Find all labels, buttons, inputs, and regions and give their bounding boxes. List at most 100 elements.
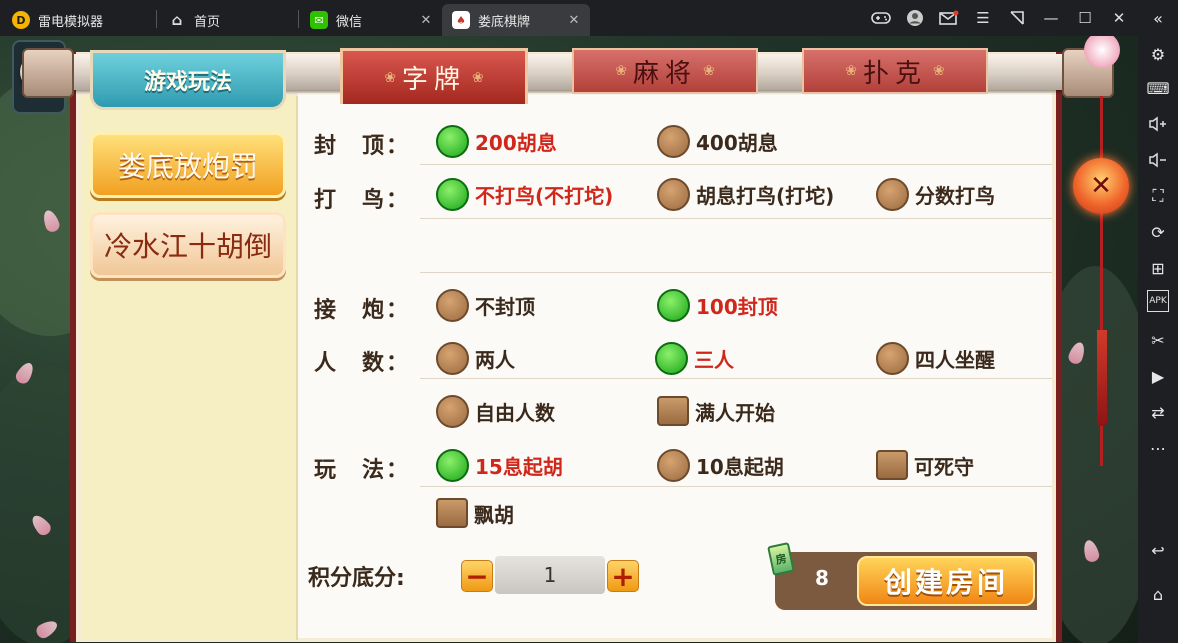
more-icon[interactable]: ⋯ xyxy=(1144,434,1172,462)
ornament-icon: ❀ xyxy=(703,63,715,79)
lantern-tassel xyxy=(1097,330,1107,426)
scroll-cap-left xyxy=(22,48,74,98)
option-label: 三人 xyxy=(694,347,734,372)
settings-icon[interactable]: ⚙ xyxy=(1144,40,1172,68)
checkbox-icon xyxy=(436,498,468,528)
radio-icon xyxy=(436,341,469,375)
wanfa-15xi[interactable]: 15息起胡 xyxy=(436,448,563,482)
close-tab-icon[interactable]: ✕ xyxy=(566,12,582,28)
tab-majiang[interactable]: ❀ 麻将 ❀ xyxy=(572,48,758,94)
ornament-icon: ❀ xyxy=(933,63,945,79)
maximize-icon[interactable]: ☐ xyxy=(1068,0,1102,36)
tab-game[interactable]: ♠ 娄底棋牌 ✕ xyxy=(442,4,590,36)
radio-icon xyxy=(436,288,469,322)
option-label: 100封顶 xyxy=(696,294,778,319)
renshu-3[interactable]: 三人 xyxy=(655,341,734,375)
jiepao-100[interactable]: 100封顶 xyxy=(657,288,778,322)
daniao-score[interactable]: 分数打鸟 xyxy=(876,177,995,211)
fullscreen-icon[interactable]: ⛶ xyxy=(1144,182,1172,210)
fengding-200[interactable]: 200胡息 xyxy=(436,124,557,158)
keyboard-icon[interactable]: ⌨ xyxy=(1144,74,1172,102)
tab-majiang-label: 麻将 xyxy=(632,58,697,89)
divider xyxy=(420,272,1052,273)
app-tab[interactable]: D 雷电模拟器 xyxy=(2,4,152,36)
scissors-icon[interactable]: ✂ xyxy=(1144,326,1172,354)
option-label: 四人坐醒 xyxy=(915,347,995,372)
rules-tab[interactable]: 游戏玩法 xyxy=(90,50,286,110)
score-increase-button[interactable]: + xyxy=(607,560,639,593)
renshu-4[interactable]: 四人坐醒 xyxy=(876,341,995,375)
rule-button-lengshuijiang[interactable]: 冷水江十胡倒 xyxy=(90,212,286,278)
daniao-huxi[interactable]: 胡息打鸟(打坨) xyxy=(657,177,834,211)
ornament-icon: ❀ xyxy=(615,63,627,79)
score-label: 积分底分: xyxy=(308,566,405,591)
minimize-icon[interactable]: — xyxy=(1034,0,1068,36)
option-label: 200胡息 xyxy=(475,130,557,155)
radio-selected-icon xyxy=(657,288,690,322)
divider xyxy=(420,164,1052,165)
renshu-free[interactable]: 自由人数 xyxy=(436,394,555,428)
room-card-label: 房 xyxy=(774,551,788,567)
close-tab-icon[interactable]: ✕ xyxy=(418,12,434,28)
option-label: 分数打鸟 xyxy=(915,183,995,208)
ornament-icon: ❀ xyxy=(845,63,857,79)
mail-icon[interactable] xyxy=(932,0,966,36)
radio-icon xyxy=(657,124,690,158)
ornament-icon: ❀ xyxy=(472,69,484,86)
rotate-icon[interactable]: ⟳ xyxy=(1144,218,1172,246)
tab-puke[interactable]: ❀ 扑克 ❀ xyxy=(802,48,988,94)
option-label: 不封顶 xyxy=(475,294,535,319)
create-room-button[interactable]: 创建房间 xyxy=(857,556,1035,606)
volume-down-icon[interactable] xyxy=(1144,146,1172,174)
video-icon[interactable]: ▶ xyxy=(1144,362,1172,390)
daniao-none[interactable]: 不打鸟(不打坨) xyxy=(436,177,613,211)
collapse-icon[interactable]: « xyxy=(1144,4,1172,32)
divider xyxy=(420,486,1052,487)
radio-icon xyxy=(876,341,909,375)
renshu-2[interactable]: 两人 xyxy=(436,341,515,375)
option-label: 胡息打鸟(打坨) xyxy=(696,183,835,208)
volume-up-icon[interactable] xyxy=(1144,110,1172,138)
close-panel-button[interactable]: ✕ xyxy=(1073,158,1129,214)
title-bar: D 雷电模拟器 ⌂ 首页 ✉ 微信 ✕ ♠ 娄底棋牌 ✕ ☰ — ☐ ✕ xyxy=(0,0,1138,36)
close-icon[interactable]: ✕ xyxy=(1102,0,1136,36)
game-screen: 游戏玩法 ❀ 字牌 ❀ ❀ 麻将 ❀ ❀ 扑克 ❀ 娄底放炮罚 冷水江十胡倒 封 顶： 20… xyxy=(0,36,1138,643)
home-icon[interactable]: ⌂ xyxy=(1144,580,1172,608)
jiepao-nocap[interactable]: 不封顶 xyxy=(436,288,535,322)
wanfa-sishou[interactable]: 可死守 xyxy=(876,448,974,482)
score-decrease-button[interactable]: − xyxy=(461,560,493,593)
jiepao-label: 接 炮： xyxy=(314,298,411,323)
wanfa-10xi[interactable]: 10息起胡 xyxy=(657,448,784,482)
option-label: 400胡息 xyxy=(696,130,778,155)
tab-zipai-label: 字牌 xyxy=(401,65,466,95)
popout-icon[interactable] xyxy=(1000,0,1034,36)
radio-selected-icon xyxy=(436,124,469,158)
wanfa-piaohu[interactable]: 飘胡 xyxy=(436,496,514,530)
rule-button-loudi[interactable]: 娄底放炮罚 xyxy=(90,132,286,198)
apk-icon[interactable]: APK xyxy=(1147,290,1169,312)
radio-icon xyxy=(876,177,909,211)
renshu-full-start[interactable]: 满人开始 xyxy=(657,394,775,428)
user-icon[interactable] xyxy=(898,0,932,36)
ornament-icon: ❀ xyxy=(384,69,396,86)
room-card-cost: 8 xyxy=(815,566,829,590)
menu-icon[interactable]: ☰ xyxy=(966,0,1000,36)
tab-home[interactable]: ⌂ 首页 xyxy=(158,4,298,36)
gamepad-icon[interactable] xyxy=(864,0,898,36)
score-value-field[interactable]: 1 xyxy=(495,556,605,594)
option-label: 自由人数 xyxy=(475,400,555,425)
fengding-400[interactable]: 400胡息 xyxy=(657,124,778,158)
tab-wechat[interactable]: ✉ 微信 ✕ xyxy=(300,4,442,36)
app-icon: ♠ xyxy=(452,11,470,29)
wanfa-label: 玩 法： xyxy=(314,458,411,483)
tab-zipai[interactable]: ❀ 字牌 ❀ xyxy=(340,48,528,104)
radio-icon xyxy=(657,448,690,482)
radio-selected-icon xyxy=(436,448,469,482)
radio-selected-icon xyxy=(436,177,469,211)
emulator-sidebar: « ⚙ ⌨ ⛶ ⟳ ⊞ APK ✂ ▶ ⇄ ⋯ ↩ ⌂ xyxy=(1138,0,1178,643)
back-icon[interactable]: ↩ xyxy=(1144,536,1172,564)
tab-wechat-label: 微信 xyxy=(336,14,363,30)
sync-icon[interactable]: ⇄ xyxy=(1144,398,1172,426)
add-app-icon[interactable]: ⊞ xyxy=(1144,254,1172,282)
tab-game-label: 娄底棋牌 xyxy=(478,14,531,30)
